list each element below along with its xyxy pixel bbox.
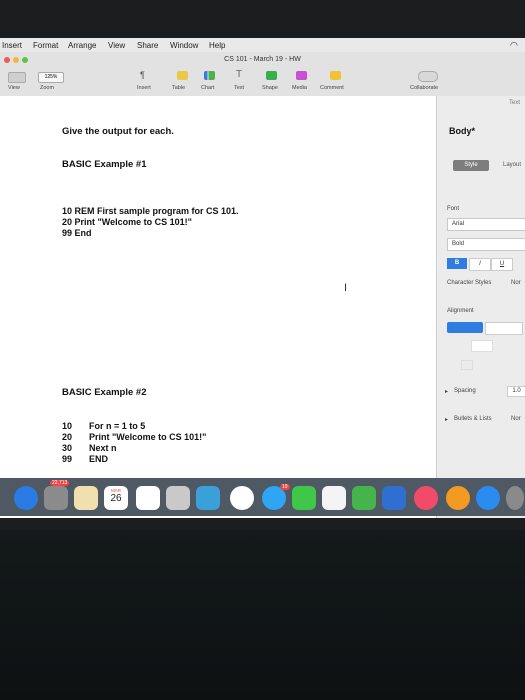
maps-icon[interactable]: [196, 486, 220, 510]
example2-line-code: Next n: [89, 443, 117, 453]
reminders-icon[interactable]: [136, 486, 160, 510]
mail-badge: 22,713: [50, 480, 70, 486]
shape-icon[interactable]: [266, 71, 277, 80]
system-preferences-icon[interactable]: [506, 486, 524, 510]
document-title: CS 101 - March 19 - HW: [224, 56, 301, 63]
text-icon[interactable]: T: [236, 70, 247, 80]
app-store-icon[interactable]: [476, 486, 500, 510]
safari-icon[interactable]: [14, 486, 38, 510]
media-icon[interactable]: [296, 71, 307, 80]
messages-badge: 19: [280, 484, 290, 490]
pages-icon[interactable]: [322, 486, 346, 510]
align-justify-button[interactable]: [485, 322, 523, 335]
chart-button-label[interactable]: Chart: [201, 85, 214, 91]
calendar-day: 26: [110, 493, 122, 504]
zoom-button-label[interactable]: Zoom: [40, 85, 54, 91]
chart-icon[interactable]: [204, 71, 215, 80]
toolbar: CS 101 - March 19 - HW 125% View Zoom ¶ …: [0, 52, 525, 97]
font-family-select[interactable]: Arial: [447, 218, 525, 231]
example2-line-number: 10: [62, 421, 73, 431]
view-button-label[interactable]: View: [8, 85, 20, 91]
wifi-icon: ◠: [510, 40, 518, 50]
text-button-label[interactable]: Text: [234, 85, 244, 91]
table-icon[interactable]: [177, 71, 188, 80]
dock: 22,713 MAR 26 19: [0, 478, 525, 516]
spacing-label: Spacing: [454, 388, 476, 394]
photos-icon[interactable]: [230, 486, 254, 510]
example2-line-code: For n = 1 to 5: [89, 421, 146, 431]
font-weight-value: Bold: [452, 241, 465, 247]
itunes-icon[interactable]: [414, 486, 438, 510]
menu-bar: Insert Format Arrange View Share Window …: [0, 38, 525, 52]
menu-share[interactable]: Share: [137, 41, 158, 50]
text-tab[interactable]: Text: [509, 100, 520, 106]
style-tab[interactable]: Style: [453, 160, 489, 171]
spacing-value[interactable]: 1.0: [507, 386, 525, 397]
example2-line-number: 99: [62, 454, 73, 464]
format-sidebar: Text Body* Style Layout Font Arial Bold …: [436, 96, 525, 518]
notes-icon[interactable]: [74, 486, 98, 510]
collaborate-icon[interactable]: [418, 71, 438, 82]
zoom-select[interactable]: 125%: [38, 72, 64, 83]
contacts-icon[interactable]: [166, 486, 190, 510]
laptop-bezel: [0, 530, 525, 700]
example2-title: BASIC Example #2: [62, 387, 147, 398]
menu-insert[interactable]: Insert: [2, 41, 22, 50]
italic-button[interactable]: I: [469, 258, 491, 271]
example1-line: 10 REM First sample program for CS 101.: [62, 206, 239, 216]
calendar-icon[interactable]: MAR 26: [104, 486, 128, 510]
media-button-label[interactable]: Media: [292, 85, 307, 91]
spacing-disclosure-icon[interactable]: ▸: [445, 388, 448, 395]
valign-icon: [461, 360, 473, 370]
example2-line-number: 30: [62, 443, 73, 453]
keynote-icon[interactable]: [382, 486, 406, 510]
comment-button-label[interactable]: Comment: [320, 85, 344, 91]
align-left-button[interactable]: [447, 322, 483, 333]
view-icon[interactable]: [8, 72, 26, 83]
underline-button[interactable]: U: [491, 258, 513, 271]
bold-button[interactable]: B: [447, 258, 467, 269]
books-icon[interactable]: [446, 486, 470, 510]
example2-line-number: 20: [62, 432, 73, 442]
table-button-label[interactable]: Table: [172, 85, 185, 91]
pilcrow-icon[interactable]: ¶: [140, 71, 154, 80]
question-heading: Give the output for each.: [62, 126, 174, 137]
collaborate-button-label[interactable]: Collaborate: [410, 85, 438, 91]
example1-title: BASIC Example #1: [62, 159, 147, 170]
layout-tab[interactable]: Layout: [503, 162, 521, 168]
font-weight-select[interactable]: Bold: [447, 238, 525, 251]
font-label: Font: [447, 206, 460, 212]
document-canvas[interactable]: Give the output for each. BASIC Example …: [0, 96, 436, 518]
text-cursor-icon: I: [344, 282, 348, 294]
shape-button-label[interactable]: Shape: [262, 85, 278, 91]
insert-button-label[interactable]: Insert: [137, 85, 151, 91]
indent-button[interactable]: [471, 340, 493, 352]
example1-line: 99 End: [62, 228, 92, 238]
alignment-label: Alignment: [447, 308, 474, 314]
bullets-value[interactable]: Nor: [511, 416, 521, 422]
example2-line-code: END: [89, 454, 109, 464]
menu-help[interactable]: Help: [209, 41, 225, 50]
bullets-disclosure-icon[interactable]: ▸: [445, 416, 448, 423]
numbers-icon[interactable]: [352, 486, 376, 510]
screen: Insert Format Arrange View Share Window …: [0, 38, 525, 518]
comment-icon[interactable]: [330, 71, 341, 80]
mail-icon[interactable]: [44, 486, 68, 510]
menu-view[interactable]: View: [108, 41, 125, 50]
bullets-label: Bullets & Lists: [454, 416, 492, 422]
character-styles-label: Character Styles: [447, 280, 492, 286]
paragraph-style-selector[interactable]: Body*: [449, 126, 475, 136]
character-styles-value[interactable]: Nor: [511, 280, 521, 286]
menu-arrange[interactable]: Arrange: [68, 41, 96, 50]
menu-window[interactable]: Window: [170, 41, 198, 50]
example2-line-code: Print "Welcome to CS 101!": [89, 432, 207, 442]
menu-format[interactable]: Format: [33, 41, 58, 50]
example1-line: 20 Print "Welcome to CS 101!": [62, 217, 192, 227]
font-family-value: Arial: [452, 221, 465, 227]
facetime-icon[interactable]: [292, 486, 316, 510]
